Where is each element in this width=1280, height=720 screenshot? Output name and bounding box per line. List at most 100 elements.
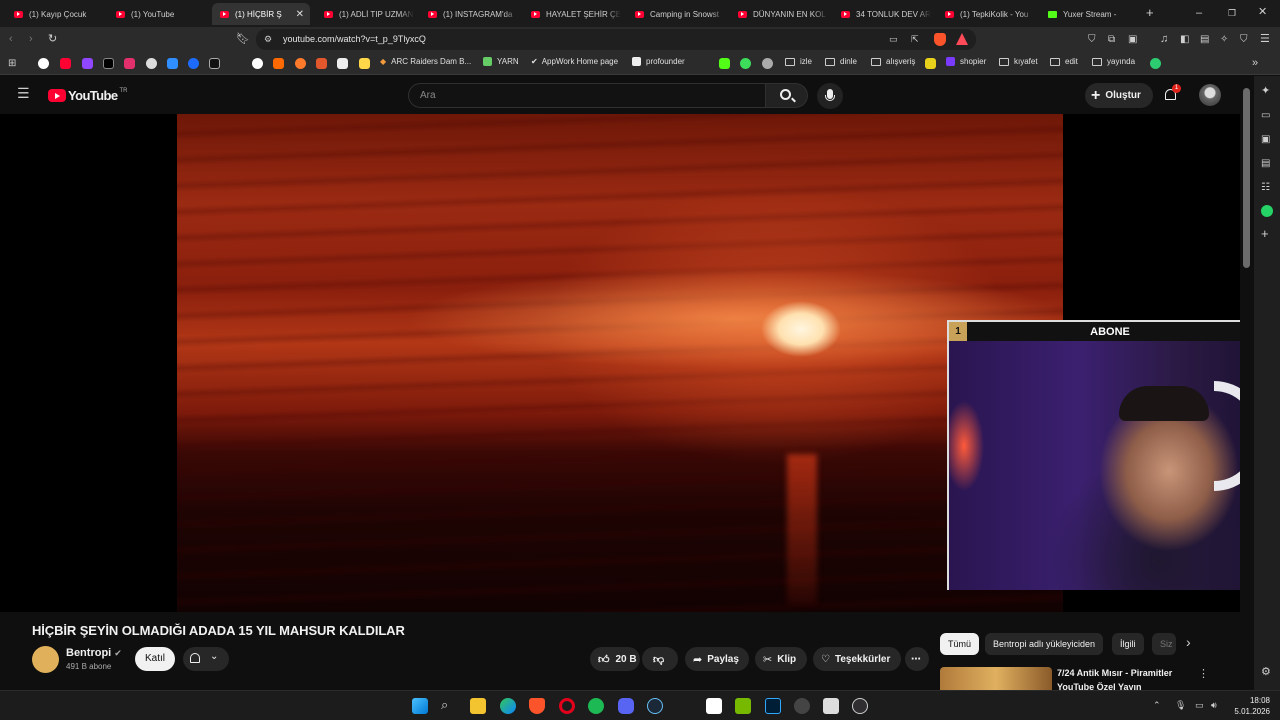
file-explorer-icon[interactable]	[470, 698, 486, 714]
volume-icon[interactable]: 🔊︎	[1211, 700, 1217, 711]
instagram-bookmark-icon[interactable]	[124, 58, 135, 69]
sidebar-tabs-icon[interactable]: ▭	[1261, 110, 1270, 121]
create-button[interactable]: + Oluştur	[1085, 83, 1153, 108]
chips-next-icon[interactable]: ›	[1186, 635, 1191, 649]
recommendation-thumbnail[interactable]	[940, 667, 1052, 690]
media-bookmark-icon[interactable]	[188, 58, 199, 69]
browser-tab[interactable]: Yuxer Stream -	[1040, 3, 1136, 25]
cast-icon[interactable]: ▭	[889, 34, 898, 45]
mic-tray-icon[interactable]: 🎙︎	[1175, 700, 1186, 711]
bookmark-10[interactable]: yayında	[1092, 57, 1135, 66]
orange-bookmark-icon[interactable]	[273, 58, 284, 69]
gear-bookmark-icon[interactable]	[762, 58, 773, 69]
sidebar-icon[interactable]: ◧	[1180, 34, 1189, 45]
k-bookmark-icon[interactable]	[719, 58, 730, 69]
brave-icon[interactable]	[529, 698, 545, 714]
forward-icon[interactable]: ›	[29, 34, 33, 45]
browser-tab[interactable]: HAYALET ŞEHİR ÇER	[523, 3, 621, 25]
chip-channel[interactable]: Bentropi adlı yükleyiciden	[985, 633, 1104, 655]
scrollbar-thumb[interactable]	[1243, 88, 1250, 268]
channel-name[interactable]: Bentropi ✔	[66, 647, 122, 659]
share-button[interactable]: ➦ Paylaş	[685, 647, 749, 671]
bookmark-2[interactable]: ✔ AppWork Home page	[531, 57, 618, 66]
share-icon[interactable]: ⇱	[911, 34, 919, 45]
browser-tab[interactable]: (1) TepkiKolik - You	[937, 3, 1035, 25]
browser-tab[interactable]: (1) ADLİ TIP UZMAN	[316, 3, 414, 25]
edge-icon[interactable]	[500, 698, 516, 714]
sidebar-wallet-icon[interactable]: ▣	[1261, 134, 1270, 145]
bookmark-8[interactable]: kıyafet	[999, 57, 1038, 66]
target-bookmark-icon[interactable]	[295, 58, 306, 69]
search-button[interactable]	[766, 83, 808, 108]
back-icon[interactable]: ‹	[9, 34, 13, 45]
more-bookmarks-icon[interactable]: »	[1252, 58, 1258, 69]
video-frame[interactable]	[177, 114, 1063, 612]
photoshop-icon[interactable]	[765, 698, 781, 714]
apps-grid-icon[interactable]: ⊞	[8, 58, 16, 69]
sidebar-ai-icon[interactable]: ✦	[1261, 86, 1270, 97]
thanks-button[interactable]: ♡ Teşekkürler	[813, 647, 901, 671]
bookmark-4[interactable]: izle	[785, 57, 812, 66]
music-icon[interactable]: ♫	[1160, 34, 1168, 45]
bookmark-6[interactable]: alışveriş	[871, 57, 915, 66]
close-window-button[interactable]: ✕	[1258, 7, 1267, 18]
recommendation-title[interactable]: 7/24 Antik Mısır - Piramitler	[1057, 668, 1172, 678]
taskbar-search-icon[interactable]: ⌕	[441, 698, 448, 711]
browser-tab[interactable]: (1) HİÇBİR Ş ✕	[212, 3, 310, 25]
sidebar-add-icon[interactable]: +	[1261, 227, 1269, 240]
extensions-icon[interactable]: ⧉	[1108, 34, 1115, 45]
youtube-bookmark-icon[interactable]	[60, 58, 71, 69]
site-info-icon[interactable]: ⚙︎	[264, 34, 272, 45]
bookmark-1[interactable]: YARN	[483, 57, 519, 66]
network-icon[interactable]: ▭	[1195, 700, 1204, 711]
green-bookmark-icon[interactable]	[740, 58, 751, 69]
maximize-button[interactable]: ❐	[1228, 8, 1236, 19]
reload-icon[interactable]: ↻	[48, 34, 57, 45]
screenshot-icon[interactable]: ▣	[1128, 34, 1137, 45]
recommendation-menu-icon[interactable]: ⋮	[1198, 669, 1209, 680]
clip-button[interactable]: ✂ Klip	[755, 647, 807, 671]
shield-extension-icon[interactable]: ⛉	[1088, 34, 1096, 45]
minimize-button[interactable]: –	[1196, 8, 1202, 19]
page-scrollbar[interactable]	[1240, 76, 1254, 690]
browser-tab[interactable]: DÜNYANIN EN KOL	[730, 3, 828, 25]
dislike-button[interactable]: 👎︎	[642, 647, 678, 671]
subscribe-bell-button[interactable]: ⌄	[183, 647, 229, 671]
y-bookmark-icon[interactable]	[925, 58, 936, 69]
address-bar[interactable]: ⚙︎ youtube.com/watch?v=t_p_9TlyxcQ ▭ ⇱	[256, 29, 976, 50]
twitch-bookmark-icon[interactable]	[82, 58, 93, 69]
avatar[interactable]	[1199, 84, 1221, 106]
app-icon[interactable]	[794, 698, 810, 714]
leo-ai-icon[interactable]: ✧	[1220, 34, 1228, 45]
vpn-icon[interactable]: ⛉	[1240, 34, 1248, 45]
green-circle-bookmark-icon[interactable]	[1150, 58, 1161, 69]
w-bookmark-icon[interactable]	[209, 58, 220, 69]
guide-menu-icon[interactable]: ☰	[17, 86, 30, 100]
chip-all[interactable]: Tümü	[940, 633, 980, 655]
notifications-button[interactable]: 1	[1163, 84, 1181, 103]
new-tab-button[interactable]: +	[1146, 6, 1154, 19]
spotify-icon[interactable]	[588, 698, 604, 714]
bookmark-9[interactable]: edit	[1050, 57, 1078, 66]
obs-icon[interactable]	[852, 698, 868, 714]
more-actions-button[interactable]: ⋯	[905, 647, 929, 671]
join-button[interactable]: Katıl	[135, 647, 175, 671]
bookmark-5[interactable]: dinle	[825, 57, 857, 66]
x-bookmark-icon[interactable]	[103, 58, 114, 69]
brave-shields-icon[interactable]	[934, 33, 946, 46]
menu-icon[interactable]: ☰	[1260, 34, 1270, 45]
url-text[interactable]: youtube.com/watch?v=t_p_9TlyxcQ	[283, 34, 426, 44]
like-button[interactable]: 👍︎ 20 B	[590, 647, 640, 671]
bookmark-page-icon[interactable]: 🔖︎	[236, 34, 250, 45]
youtube-logo[interactable]: YouTube TR	[48, 88, 127, 103]
start-icon[interactable]	[412, 698, 428, 714]
capcut-icon[interactable]	[706, 698, 722, 714]
m-bookmark-icon[interactable]	[316, 58, 327, 69]
chip-for-you[interactable]: Siz	[1152, 633, 1176, 655]
amazon-bookmark-icon[interactable]	[337, 58, 348, 69]
google-bookmark-icon[interactable]	[38, 58, 49, 69]
bookmark-7[interactable]: shopier	[946, 57, 986, 66]
whatsapp-icon[interactable]	[1261, 205, 1273, 217]
browser-tab[interactable]: (1) Kayıp Çocuk	[6, 3, 102, 25]
github-bookmark-icon[interactable]	[146, 58, 157, 69]
